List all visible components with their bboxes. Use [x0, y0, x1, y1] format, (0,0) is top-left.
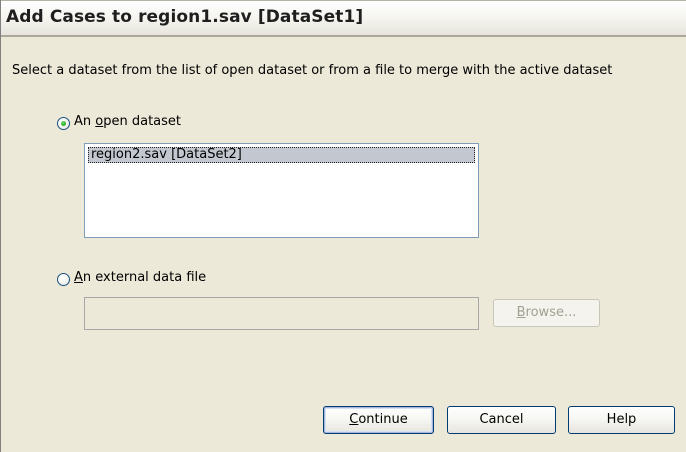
open-dataset-radio[interactable]: [57, 117, 70, 130]
cancel-button[interactable]: Cancel: [447, 406, 556, 434]
instruction-text: Select a dataset from the list of open d…: [12, 63, 613, 78]
window-title: Add Cases to region1.sav [DataSet1]: [6, 7, 364, 27]
external-file-label-suffix: n external data file: [82, 270, 207, 285]
continue-button[interactable]: Continue: [323, 406, 434, 434]
external-file-path-field[interactable]: [84, 297, 479, 330]
browse-label-suffix: rowse...: [525, 305, 577, 320]
continue-label-suffix: ontinue: [358, 412, 408, 427]
open-dataset-label-prefix: An: [74, 114, 96, 129]
continue-mnemonic: C: [349, 412, 359, 427]
open-dataset-label[interactable]: An open dataset: [74, 114, 181, 129]
help-button[interactable]: Help: [568, 406, 675, 434]
open-dataset-list[interactable]: region2.sav [DataSet2]: [84, 143, 479, 238]
open-dataset-label-suffix: pen dataset: [103, 114, 182, 129]
add-cases-dialog: Add Cases to region1.sav [DataSet1] Sele…: [0, 0, 686, 452]
list-item[interactable]: region2.sav [DataSet2]: [88, 147, 475, 163]
browse-mnemonic: B: [516, 305, 526, 320]
browse-button[interactable]: Browse...: [493, 299, 600, 327]
radio-selected-dot: [61, 121, 66, 126]
external-file-label[interactable]: An external data file: [74, 270, 206, 285]
external-file-label-mnemonic: A: [74, 270, 83, 285]
title-bar[interactable]: Add Cases to region1.sav [DataSet1]: [1, 0, 686, 37]
external-file-radio[interactable]: [57, 273, 70, 286]
